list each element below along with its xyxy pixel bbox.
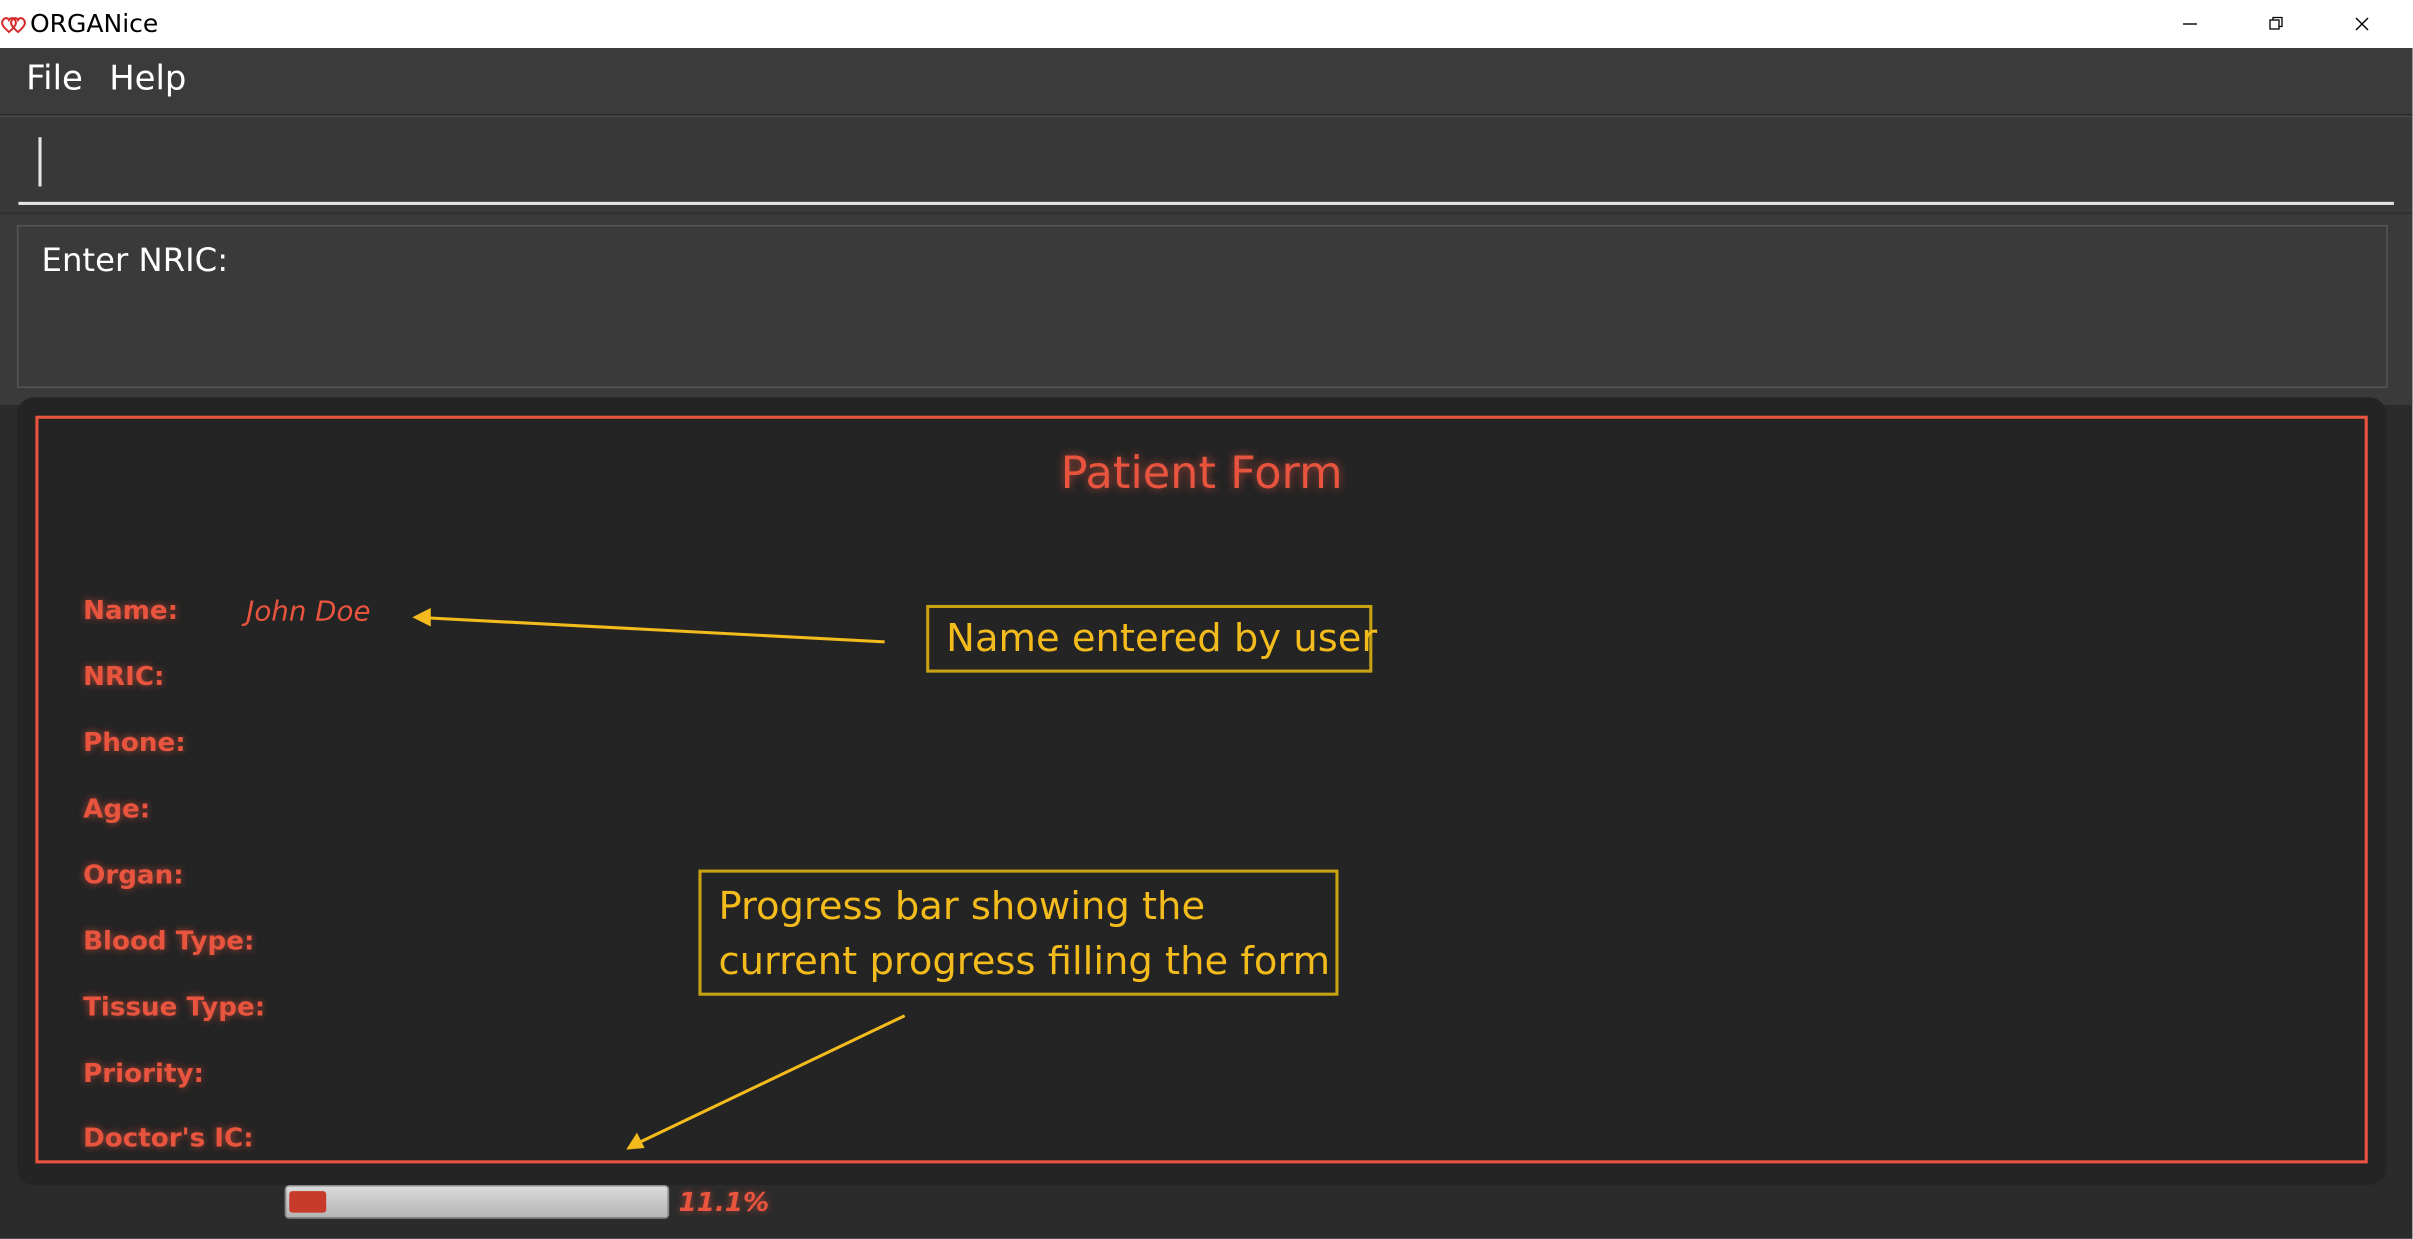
window-title-bar xyxy=(0,0,2413,48)
close-button[interactable] xyxy=(2319,0,2405,48)
app-window: File Help Enter NRIC: Patient Form Name:… xyxy=(0,48,2413,1239)
restore-button[interactable] xyxy=(2233,0,2319,48)
restore-icon xyxy=(2269,16,2283,30)
annotation-arrows xyxy=(412,608,906,1150)
window-title: ORGANice xyxy=(30,9,159,38)
arrow-to-progress xyxy=(630,1014,906,1148)
close-icon xyxy=(2355,17,2369,31)
arrowhead-name xyxy=(412,608,431,627)
double-heart-icon xyxy=(0,14,28,36)
arrow-to-name xyxy=(415,615,885,644)
minimize-button[interactable] xyxy=(2147,0,2233,48)
minimize-icon xyxy=(2183,23,2197,25)
